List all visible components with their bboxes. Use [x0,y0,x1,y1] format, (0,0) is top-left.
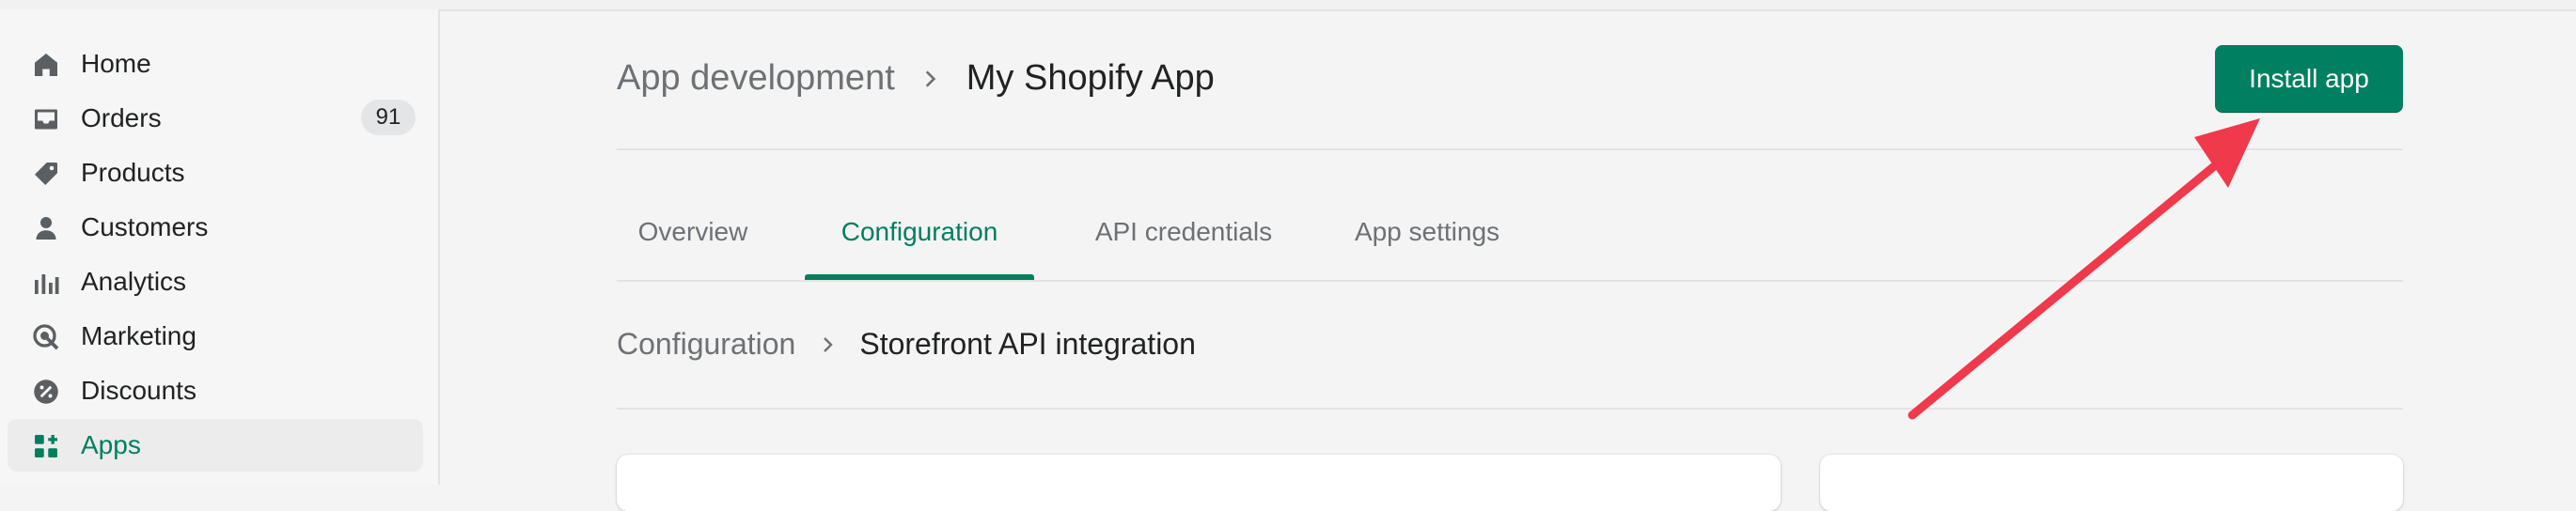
sidebar-item-marketing[interactable]: Marketing [8,310,423,363]
sidebar-item-label: Apps [81,430,141,459]
sidebar-item-analytics[interactable]: Analytics [8,256,423,308]
tab-bar: Overview Configuration API credentials A… [617,184,2403,280]
discount-icon [32,378,60,406]
tab-label: Overview [637,217,748,246]
sidebar-item-label: Discounts [81,376,196,405]
tab-app-settings[interactable]: App settings [1333,184,1521,280]
sidebar-item-label: Home [81,49,151,78]
bar-chart-icon [32,269,60,297]
inbox-icon [32,105,60,133]
sidebar-item-customers[interactable]: Customers [8,201,423,254]
side-card [1820,455,2403,511]
sidebar-item-label: Customers [81,212,209,241]
tab-label: API credentials [1094,217,1273,246]
tag-icon [32,160,60,188]
sidebar-item-label: Marketing [81,321,196,350]
tab-configuration[interactable]: Configuration [805,184,1034,280]
tab-overview[interactable]: Overview [617,184,769,280]
section-breadcrumb: Configuration Storefront API integration [617,327,1196,362]
page-breadcrumb: App development My Shopify App [617,58,1215,99]
sidebar-item-discounts[interactable]: Discounts [8,364,423,417]
main-card [617,455,1781,511]
main-content: App development My Shopify App Install a… [440,11,2576,511]
breadcrumb-app-development[interactable]: App development [617,58,895,99]
sidebar-item-label: Products [81,158,185,187]
person-icon [32,214,60,242]
breadcrumb-configuration[interactable]: Configuration [617,327,795,362]
apps-icon [32,432,60,460]
home-icon [32,51,60,79]
sidebar-item-apps[interactable]: Apps [8,419,423,472]
tab-label: Configuration [840,217,998,246]
sidebar: Home Orders 91 Products Customers Analyt… [0,9,440,485]
section-divider [617,408,2403,410]
section-title: Storefront API integration [859,327,1196,361]
orders-count-badge: 91 [361,100,416,135]
target-icon [32,323,60,351]
page-title: My Shopify App [966,58,1215,98]
sidebar-item-label: Analytics [81,267,187,296]
tab-api-credentials[interactable]: API credentials [1070,184,1297,280]
header-divider [617,148,2403,150]
tabs-divider [617,280,2403,282]
sidebar-item-label: Orders [81,103,162,132]
sidebar-item-orders[interactable]: Orders 91 [8,92,423,145]
sidebar-item-home[interactable]: Home [8,38,423,90]
install-app-button[interactable]: Install app [2215,45,2403,113]
chevron-right-icon [925,70,936,87]
sidebar-item-products[interactable]: Products [8,147,423,199]
chevron-right-icon [824,336,834,352]
tab-label: App settings [1354,217,1500,246]
